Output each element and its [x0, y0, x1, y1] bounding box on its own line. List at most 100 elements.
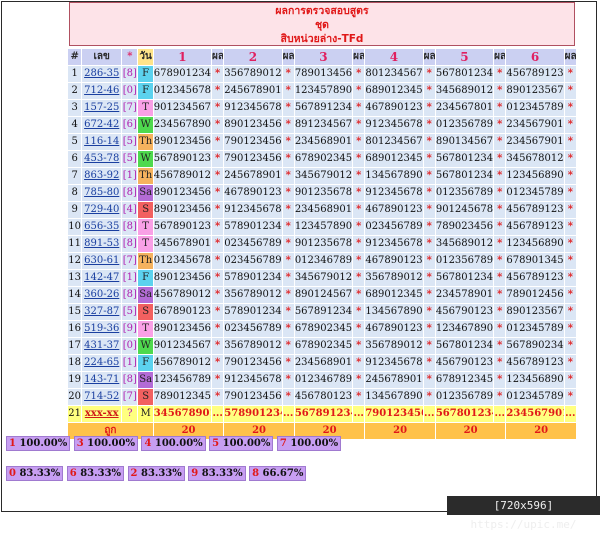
hit-star: *	[494, 83, 506, 99]
lek-link[interactable]: xxx-xx	[82, 406, 122, 422]
set-value: 567891234	[294, 406, 353, 422]
lek-link[interactable]: 891-53	[82, 236, 122, 252]
hit-star: *	[494, 304, 506, 320]
lek-link[interactable]: 672-42	[82, 117, 122, 133]
hit-star: *	[282, 304, 294, 320]
set-value: 012356789	[435, 185, 494, 201]
lek-link[interactable]: 286-35	[82, 66, 122, 82]
set-value: 467890123	[365, 100, 423, 116]
col-result-header: ผล	[353, 49, 365, 65]
day-badge: T	[138, 219, 153, 235]
set-value: 567801234	[435, 338, 494, 354]
ellipsis: ...	[423, 406, 435, 422]
lek-link[interactable]: 360-26	[82, 287, 122, 303]
hit-star: *	[564, 321, 576, 337]
badge-digit: 6	[69, 468, 77, 479]
bracket-digit: [8]	[122, 287, 138, 303]
table-row: 13 142-47 [1] F 890123456 * 578901234 * 34567901…	[68, 270, 576, 286]
day-badge: Th	[138, 134, 153, 150]
set-value: 890124567	[294, 287, 353, 303]
set-value: 901235678	[294, 185, 353, 201]
set-value: 345689012	[435, 236, 494, 252]
row-index: 11	[68, 236, 82, 252]
lek-link[interactable]: 729-40	[82, 202, 122, 218]
set-value: 456789012	[153, 355, 212, 371]
col-set-1-header: 1	[153, 49, 212, 65]
lek-link[interactable]: 714-52	[82, 389, 122, 405]
hit-star: *	[212, 236, 224, 252]
lek-link[interactable]: 157-25	[82, 100, 122, 116]
bracket-digit: [0]	[122, 338, 138, 354]
stats-row-1: 1 100.00% 3 100.00% 4 100.00% 5 100.00% …	[6, 436, 342, 451]
correct-count: 20	[365, 423, 435, 439]
hit-star: *	[494, 151, 506, 167]
day-badge: M	[138, 406, 153, 422]
lek-link[interactable]: 116-14	[82, 134, 122, 150]
set-value: 012356789	[435, 117, 494, 133]
set-value: 678901345	[506, 253, 564, 269]
hit-star: *	[564, 338, 576, 354]
set-value: 567801234	[435, 406, 494, 422]
day-badge: Sa	[138, 372, 153, 388]
lek-link[interactable]: 519-36	[82, 321, 122, 337]
set-value: 789012456	[506, 287, 564, 303]
title-line-2: ชุด	[315, 19, 329, 31]
day-badge: T	[138, 236, 153, 252]
col-set-5-header: 5	[435, 49, 494, 65]
lek-link[interactable]: 863-92	[82, 168, 122, 184]
set-value: 789012345	[153, 389, 212, 405]
lek-link[interactable]: 431-37	[82, 338, 122, 354]
badge-percent: 66.67%	[262, 468, 304, 479]
set-value: 567891234	[294, 304, 353, 320]
set-value: 345679012	[294, 168, 353, 184]
lek-link[interactable]: 712-46	[82, 83, 122, 99]
set-value: 456780123	[294, 389, 353, 405]
hit-star: *	[353, 321, 365, 337]
day-badge: T	[138, 321, 153, 337]
day-badge: Sa	[138, 185, 153, 201]
lek-link[interactable]: 785-80	[82, 185, 122, 201]
day-badge: S	[138, 389, 153, 405]
bracket-digit: [7]	[122, 389, 138, 405]
hit-star: *	[494, 219, 506, 235]
lek-link[interactable]: 142-47	[82, 270, 122, 286]
badge-percent: 100.00%	[19, 438, 68, 449]
lek-link[interactable]: 453-78	[82, 151, 122, 167]
row-index: 1	[68, 66, 82, 82]
hit-star: *	[423, 236, 435, 252]
lek-link[interactable]: 143-71	[82, 372, 122, 388]
table-row: 2 712-46 [0] F 012345678 * 245678901 * 123457890…	[68, 83, 576, 99]
set-value: 456789123	[506, 219, 564, 235]
hit-star: *	[494, 321, 506, 337]
set-value: 134567890	[365, 389, 423, 405]
set-value: 901245678	[435, 202, 494, 218]
table-row: 12 630-61 [7] Th 012345678 * 023456789 * 0123467…	[68, 253, 576, 269]
set-value: 578901234	[224, 304, 282, 320]
lek-link[interactable]: 224-65	[82, 355, 122, 371]
hit-star: *	[494, 287, 506, 303]
set-value: 456789123	[506, 66, 564, 82]
hit-star: *	[564, 287, 576, 303]
set-value: 790123456	[224, 134, 282, 150]
hit-star: *	[212, 202, 224, 218]
lek-link[interactable]: 630-61	[82, 253, 122, 269]
set-value: 234567890	[153, 117, 212, 133]
badge-percent: 83.33%	[19, 468, 61, 479]
set-value: 678901234	[153, 66, 212, 82]
set-value: 345678901	[153, 236, 212, 252]
lek-link[interactable]: 327-87	[82, 304, 122, 320]
set-value: 023456789	[224, 236, 282, 252]
bracket-digit: [4]	[122, 202, 138, 218]
row-index: 15	[68, 304, 82, 320]
set-value: 012345789	[506, 100, 564, 116]
hit-star: *	[564, 117, 576, 133]
hit-star: *	[564, 151, 576, 167]
lek-link[interactable]: 656-35	[82, 219, 122, 235]
badge-digit: 8	[252, 468, 260, 479]
set-value: 234568901	[294, 355, 353, 371]
table-row: 19 143-71 [8] Sa 123456789 * 912345678 * 0123467…	[68, 372, 576, 388]
hit-star: *	[423, 185, 435, 201]
hit-star: *	[353, 236, 365, 252]
bracket-digit: [1]	[122, 355, 138, 371]
hit-star: *	[282, 151, 294, 167]
